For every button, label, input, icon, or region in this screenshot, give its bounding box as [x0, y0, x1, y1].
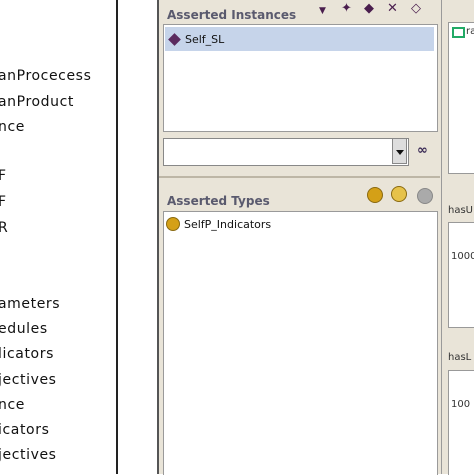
instance-icon [168, 32, 181, 46]
types-list[interactable]: SelfP_Indicators [163, 211, 438, 475]
search-input[interactable] [163, 138, 409, 166]
add-anonymous-type-icon[interactable] [391, 186, 407, 202]
asserted-instances-header: Asserted Instances [167, 8, 297, 22]
list-item[interactable]: SelfP_Indicators [166, 217, 271, 231]
tree-item[interactable]: jectives [0, 447, 57, 463]
chevron-down-icon[interactable] [392, 138, 407, 164]
tree-item[interactable]: ameters [0, 296, 60, 312]
instances-list[interactable]: Self_SL [163, 24, 438, 132]
property-value: 100 [451, 399, 471, 410]
instance-icon[interactable]: ◆ [364, 2, 374, 16]
add-type-icon[interactable] [367, 187, 383, 203]
tree-item[interactable]: jectives [0, 372, 57, 388]
asserted-types-header: Asserted Types [167, 194, 270, 208]
type-label: SelfP_Indicators [184, 217, 272, 231]
class-icon [166, 217, 180, 231]
tree-item[interactable]: edules [0, 321, 48, 337]
more-icon[interactable]: ◇ [411, 2, 421, 16]
property-label: ra [466, 26, 474, 37]
dropdown-arrow-icon[interactable]: ▼ [319, 4, 326, 18]
class-tree: anProcecess anProduct nce F F R ameters … [0, 0, 118, 474]
add-instance-icon[interactable]: ✦ [341, 2, 352, 16]
remove-type-icon[interactable] [417, 188, 433, 204]
instance-label: Self_SL [185, 32, 225, 46]
tree-item[interactable]: icators [0, 422, 49, 438]
property-label: hasL [448, 352, 472, 363]
tree-item[interactable]: nce [0, 119, 25, 135]
tree-item[interactable]: licators [0, 346, 54, 362]
tree-item[interactable]: F [0, 194, 7, 210]
property-icon [452, 27, 465, 38]
tree-item[interactable]: F [0, 168, 7, 184]
delete-icon[interactable]: ✕ [387, 2, 398, 16]
property-value: 1000 [451, 251, 474, 262]
property-label: hasU [448, 205, 473, 216]
property-value-box[interactable]: 1000 [448, 222, 474, 328]
binoculars-icon[interactable]: ∞ [417, 143, 428, 158]
tree-item[interactable]: nce [0, 397, 25, 413]
property-box: ra [448, 22, 474, 174]
properties-column: ra hasU 1000 hasL 100 [441, 0, 474, 475]
list-item[interactable]: Self_SL [165, 27, 434, 51]
tree-item[interactable]: anProcecess [0, 68, 91, 84]
tree-item[interactable]: anProduct [0, 94, 74, 110]
tree-item[interactable]: R [0, 220, 8, 236]
individuals-panel: Asserted Instances ▼ ✦ ◆ ✕ ◇ Self_SL ∞ A… [157, 0, 474, 475]
property-value-box[interactable]: 100 [448, 370, 474, 475]
divider [159, 176, 440, 178]
